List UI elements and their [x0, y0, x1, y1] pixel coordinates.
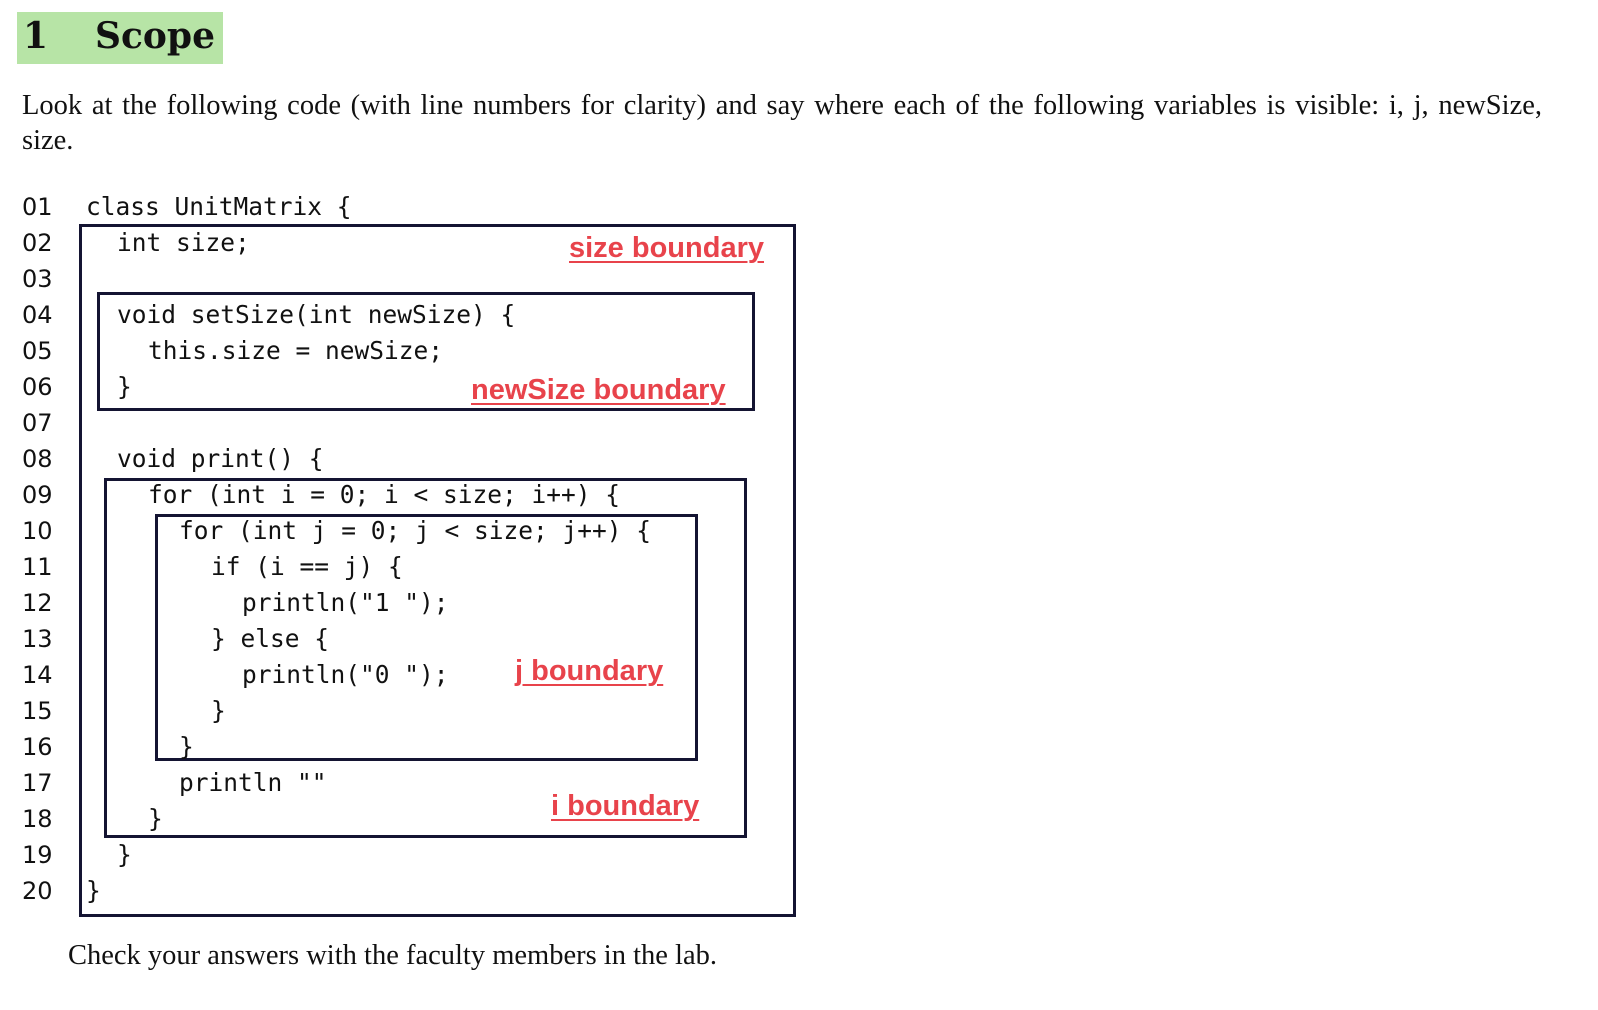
code-line: }	[117, 840, 132, 869]
section-title: Scope	[95, 15, 216, 57]
footer-note: Check your answers with the faculty memb…	[68, 940, 717, 971]
j-boundary-label: j boundary	[515, 655, 664, 687]
line-number: 12	[22, 589, 53, 617]
line-number: 20	[22, 877, 53, 905]
code-line: println ""	[179, 768, 327, 797]
line-number: 02	[22, 229, 53, 257]
code-line: for (int j = 0; j < size; j++) {	[179, 516, 652, 545]
code-line: }	[86, 876, 101, 905]
line-number: 09	[22, 481, 53, 509]
code-line: void print() {	[117, 444, 324, 473]
i-boundary-label: i boundary	[551, 790, 700, 822]
line-number: 01	[22, 193, 53, 221]
line-number: 07	[22, 409, 53, 437]
line-number: 17	[22, 769, 53, 797]
line-number: 18	[22, 805, 53, 833]
line-number: 08	[22, 445, 53, 473]
code-line: }	[211, 696, 226, 725]
newsize-boundary-label: newSize boundary	[471, 374, 726, 406]
section-number: 1	[23, 15, 49, 57]
code-line: } else {	[211, 624, 330, 653]
code-line: println("0 ");	[242, 660, 449, 689]
line-number: 10	[22, 517, 53, 545]
line-number: 13	[22, 625, 53, 653]
line-number: 14	[22, 661, 53, 689]
code-line: for (int i = 0; i < size; i++) {	[148, 480, 621, 509]
line-number: 15	[22, 697, 53, 725]
code-line: this.size = newSize;	[148, 336, 444, 365]
code-line: void setSize(int newSize) {	[117, 300, 516, 329]
section-heading: 1 Scope	[17, 12, 223, 64]
code-line: }	[148, 804, 163, 833]
code-line: if (i == j) {	[211, 552, 403, 581]
line-number: 05	[22, 337, 53, 365]
line-number: 11	[22, 553, 53, 581]
code-line: int size;	[117, 228, 250, 257]
code-line: }	[117, 372, 132, 401]
code-line: }	[179, 732, 194, 761]
intro-paragraph: Look at the following code (with line nu…	[22, 90, 1542, 156]
line-number: 06	[22, 373, 53, 401]
code-line: class UnitMatrix {	[86, 192, 352, 221]
line-number: 04	[22, 301, 53, 329]
line-number: 03	[22, 265, 53, 293]
code-line: println("1 ");	[242, 588, 449, 617]
line-number: 16	[22, 733, 53, 761]
size-boundary-label: size boundary	[569, 232, 764, 264]
line-number: 19	[22, 841, 53, 869]
